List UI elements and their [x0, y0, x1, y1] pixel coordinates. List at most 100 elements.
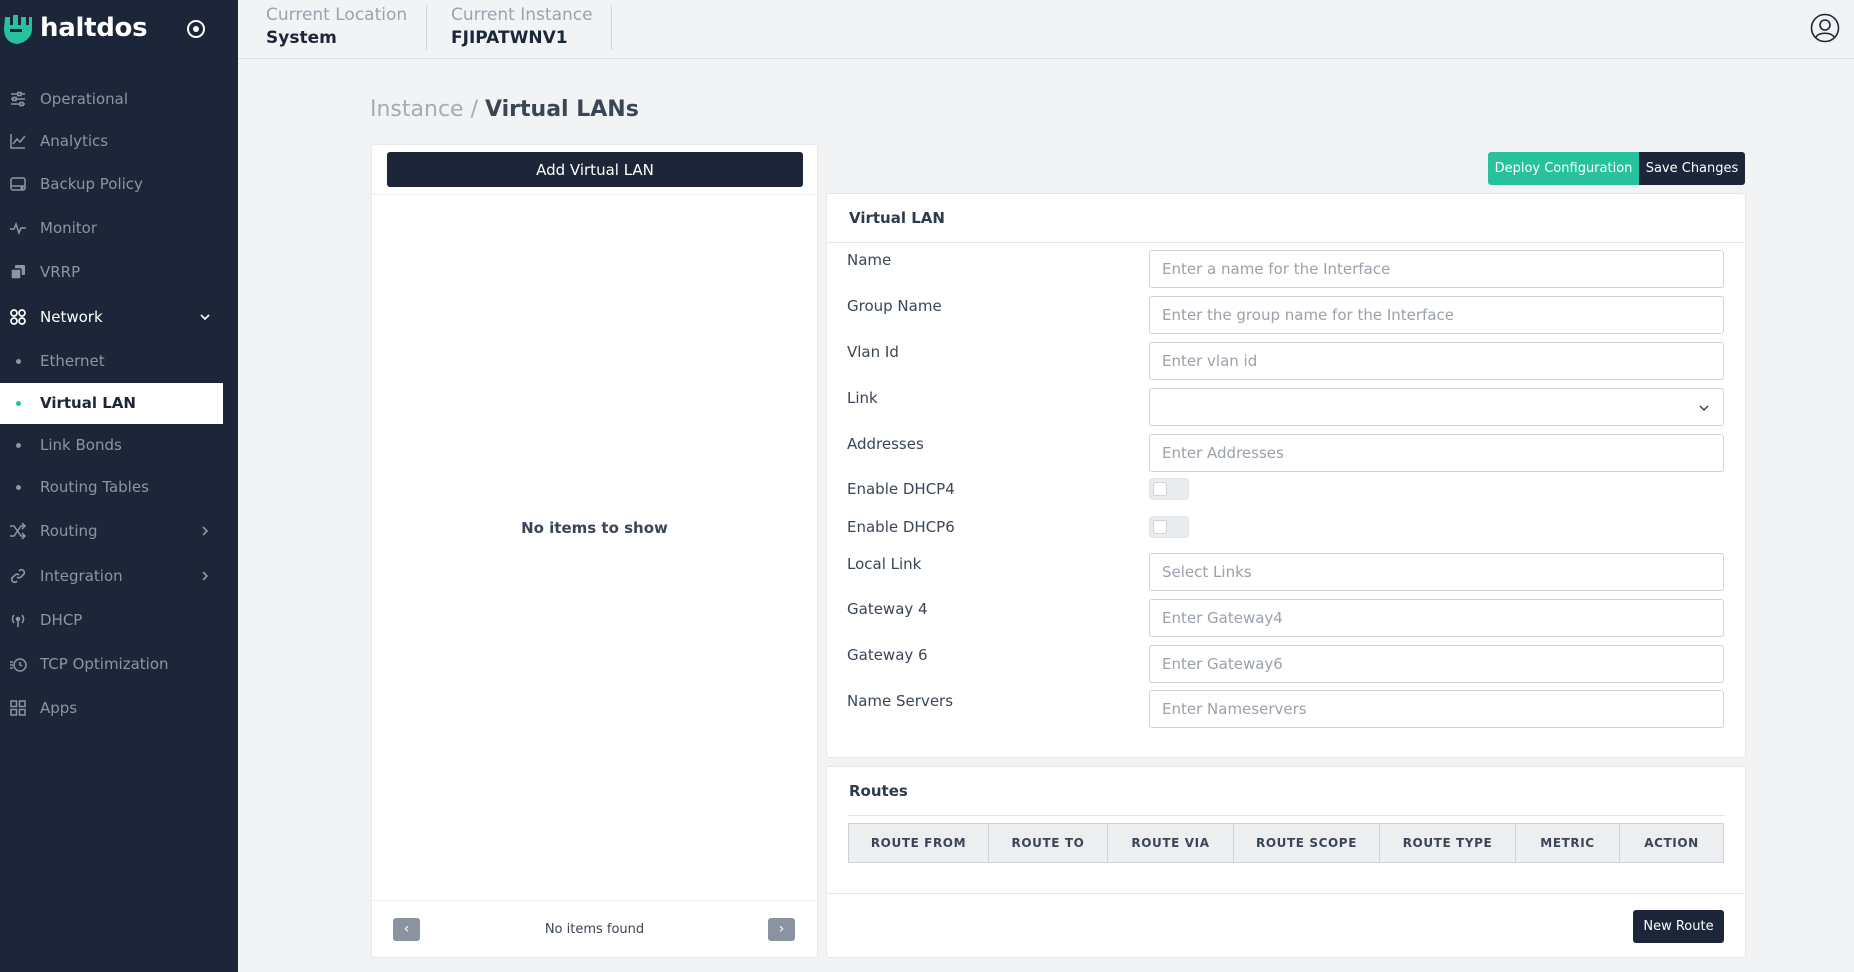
- next-page-button[interactable]: ›: [768, 918, 795, 941]
- enable-dhcp4-toggle[interactable]: [1149, 478, 1189, 500]
- sidebar-subitem-ethernet[interactable]: Ethernet: [0, 341, 238, 381]
- addresses-label: Addresses: [847, 435, 924, 453]
- divider: [827, 242, 1745, 243]
- save-changes-button[interactable]: Save Changes: [1639, 152, 1745, 185]
- gateway6-input[interactable]: [1149, 645, 1724, 683]
- sidebar-subitem-label: Ethernet: [40, 352, 105, 370]
- sidebar-item-routing[interactable]: Routing: [0, 511, 238, 551]
- column-header: METRIC: [1515, 823, 1620, 863]
- table-header-row: ROUTE FROM ROUTE TO ROUTE VIA ROUTE SCOP…: [848, 823, 1724, 863]
- gateway4-label: Gateway 4: [847, 600, 928, 618]
- network-nodes-icon: [10, 309, 26, 325]
- breadcrumb-separator: /: [470, 97, 478, 122]
- sidebar-item-integration[interactable]: Integration: [0, 556, 238, 596]
- sidebar-item-apps[interactable]: Apps: [0, 688, 238, 728]
- addresses-input[interactable]: [1149, 434, 1724, 472]
- link-select[interactable]: [1149, 388, 1724, 426]
- divider: [827, 893, 1745, 894]
- target-icon[interactable]: [186, 19, 206, 39]
- instance-value: FJIPATWNV1: [451, 28, 568, 48]
- sidebar-item-dhcp[interactable]: DHCP: [0, 600, 238, 640]
- sidebar-item-label: TCP Optimization: [40, 655, 169, 673]
- divider: [372, 900, 817, 901]
- name-label: Name: [847, 251, 892, 269]
- column-header: ROUTE TO: [988, 823, 1108, 863]
- sidebar-subitem-link-bonds[interactable]: Link Bonds: [0, 425, 238, 465]
- chevron-down-icon: [200, 314, 210, 321]
- sidebar-subitem-label: Link Bonds: [40, 436, 122, 454]
- enable-dhcp6-toggle[interactable]: [1149, 516, 1189, 538]
- routes-table: ROUTE FROM ROUTE TO ROUTE VIA ROUTE SCOP…: [848, 823, 1724, 863]
- antenna-icon: [11, 614, 25, 627]
- column-header: ROUTE TYPE: [1379, 823, 1516, 863]
- sidebar-subitem-routing-tables[interactable]: Routing Tables: [0, 467, 238, 507]
- name-input[interactable]: [1149, 250, 1724, 288]
- vlan-list-panel: Add Virtual LAN No items to show ‹ No it…: [371, 144, 818, 958]
- chevron-down-icon: [1699, 405, 1709, 412]
- current-instance[interactable]: Current Instance FJIPATWNV1: [451, 5, 593, 48]
- divider: [426, 5, 427, 50]
- sidebar-subitem-label: Virtual LAN: [40, 394, 136, 412]
- group-name-input[interactable]: [1149, 296, 1724, 334]
- breadcrumb: Instance / Virtual LANs: [370, 97, 639, 122]
- gateway4-input[interactable]: [1149, 599, 1724, 637]
- toggle-knob: [1153, 482, 1167, 496]
- user-avatar-icon[interactable]: [1810, 13, 1840, 43]
- apps-grid-icon: [10, 700, 26, 716]
- bullet-dot-icon: [16, 359, 21, 364]
- breadcrumb-parent[interactable]: Instance: [370, 97, 464, 122]
- form-title: Virtual LAN: [849, 209, 945, 227]
- divider: [848, 815, 1725, 816]
- sidebar-item-label: Backup Policy: [40, 175, 143, 193]
- sidebar-item-network[interactable]: Network: [0, 297, 238, 337]
- local-link-label: Local Link: [847, 555, 922, 573]
- deploy-configuration-button[interactable]: Deploy Configuration: [1488, 152, 1639, 185]
- sidebar-item-label: Monitor: [40, 219, 98, 237]
- pager-info: No items found: [544, 922, 645, 937]
- toggle-knob: [1153, 520, 1167, 534]
- bullet-dot-icon: [16, 485, 21, 490]
- brand: haltdos: [0, 0, 238, 59]
- vlan-id-input[interactable]: [1149, 342, 1724, 380]
- routes-title: Routes: [849, 782, 908, 800]
- line-chart-icon: [10, 134, 26, 149]
- sidebar-item-vrrp[interactable]: VRRP: [0, 252, 238, 292]
- chevron-right-icon: [202, 526, 209, 536]
- sidebar-subitem-label: Routing Tables: [40, 478, 149, 496]
- top-bar: Current Location System Current Instance…: [238, 0, 1854, 59]
- sliders-icon: [11, 91, 25, 107]
- local-link-input[interactable]: [1149, 553, 1724, 591]
- column-header: ROUTE VIA: [1107, 823, 1234, 863]
- sidebar-subitem-virtual-lan[interactable]: Virtual LAN: [0, 383, 223, 424]
- haltdos-logo-icon: [4, 15, 32, 44]
- sidebar-item-label: Analytics: [40, 132, 109, 150]
- name-servers-input[interactable]: [1149, 690, 1724, 728]
- new-route-button[interactable]: New Route: [1633, 910, 1724, 943]
- sidebar: haltdos Operational Analytics Backup Pol…: [0, 0, 238, 972]
- sidebar-item-backup-policy[interactable]: Backup Policy: [0, 164, 238, 204]
- link-icon: [10, 568, 26, 584]
- column-header: ROUTE SCOPE: [1233, 823, 1380, 863]
- sidebar-item-monitor[interactable]: Monitor: [0, 208, 238, 248]
- empty-list-message: No items to show: [521, 519, 668, 537]
- current-location[interactable]: Current Location System: [266, 5, 407, 48]
- sidebar-item-tcp-optimization[interactable]: TCP Optimization: [0, 644, 238, 684]
- column-header: ROUTE FROM: [848, 823, 989, 863]
- sidebar-item-analytics[interactable]: Analytics: [0, 121, 238, 161]
- sidebar-item-operational[interactable]: Operational: [0, 79, 238, 119]
- link-label: Link: [847, 389, 878, 407]
- sidebar-item-label: Integration: [40, 567, 123, 585]
- bullet-dot-icon: [16, 443, 21, 448]
- location-value: System: [266, 28, 337, 48]
- location-caption: Current Location: [266, 5, 408, 25]
- enable-dhcp6-label: Enable DHCP6: [847, 518, 955, 536]
- column-header: ACTION: [1619, 823, 1724, 863]
- add-virtual-lan-button[interactable]: Add Virtual LAN: [387, 152, 803, 187]
- sidebar-item-label: Routing: [40, 522, 98, 540]
- divider: [372, 194, 817, 195]
- divider: [611, 5, 612, 50]
- sidebar-item-label: DHCP: [40, 611, 83, 629]
- timer-icon: [10, 658, 27, 672]
- pulse-icon: [10, 221, 26, 236]
- sidebar-item-label: Apps: [40, 699, 78, 717]
